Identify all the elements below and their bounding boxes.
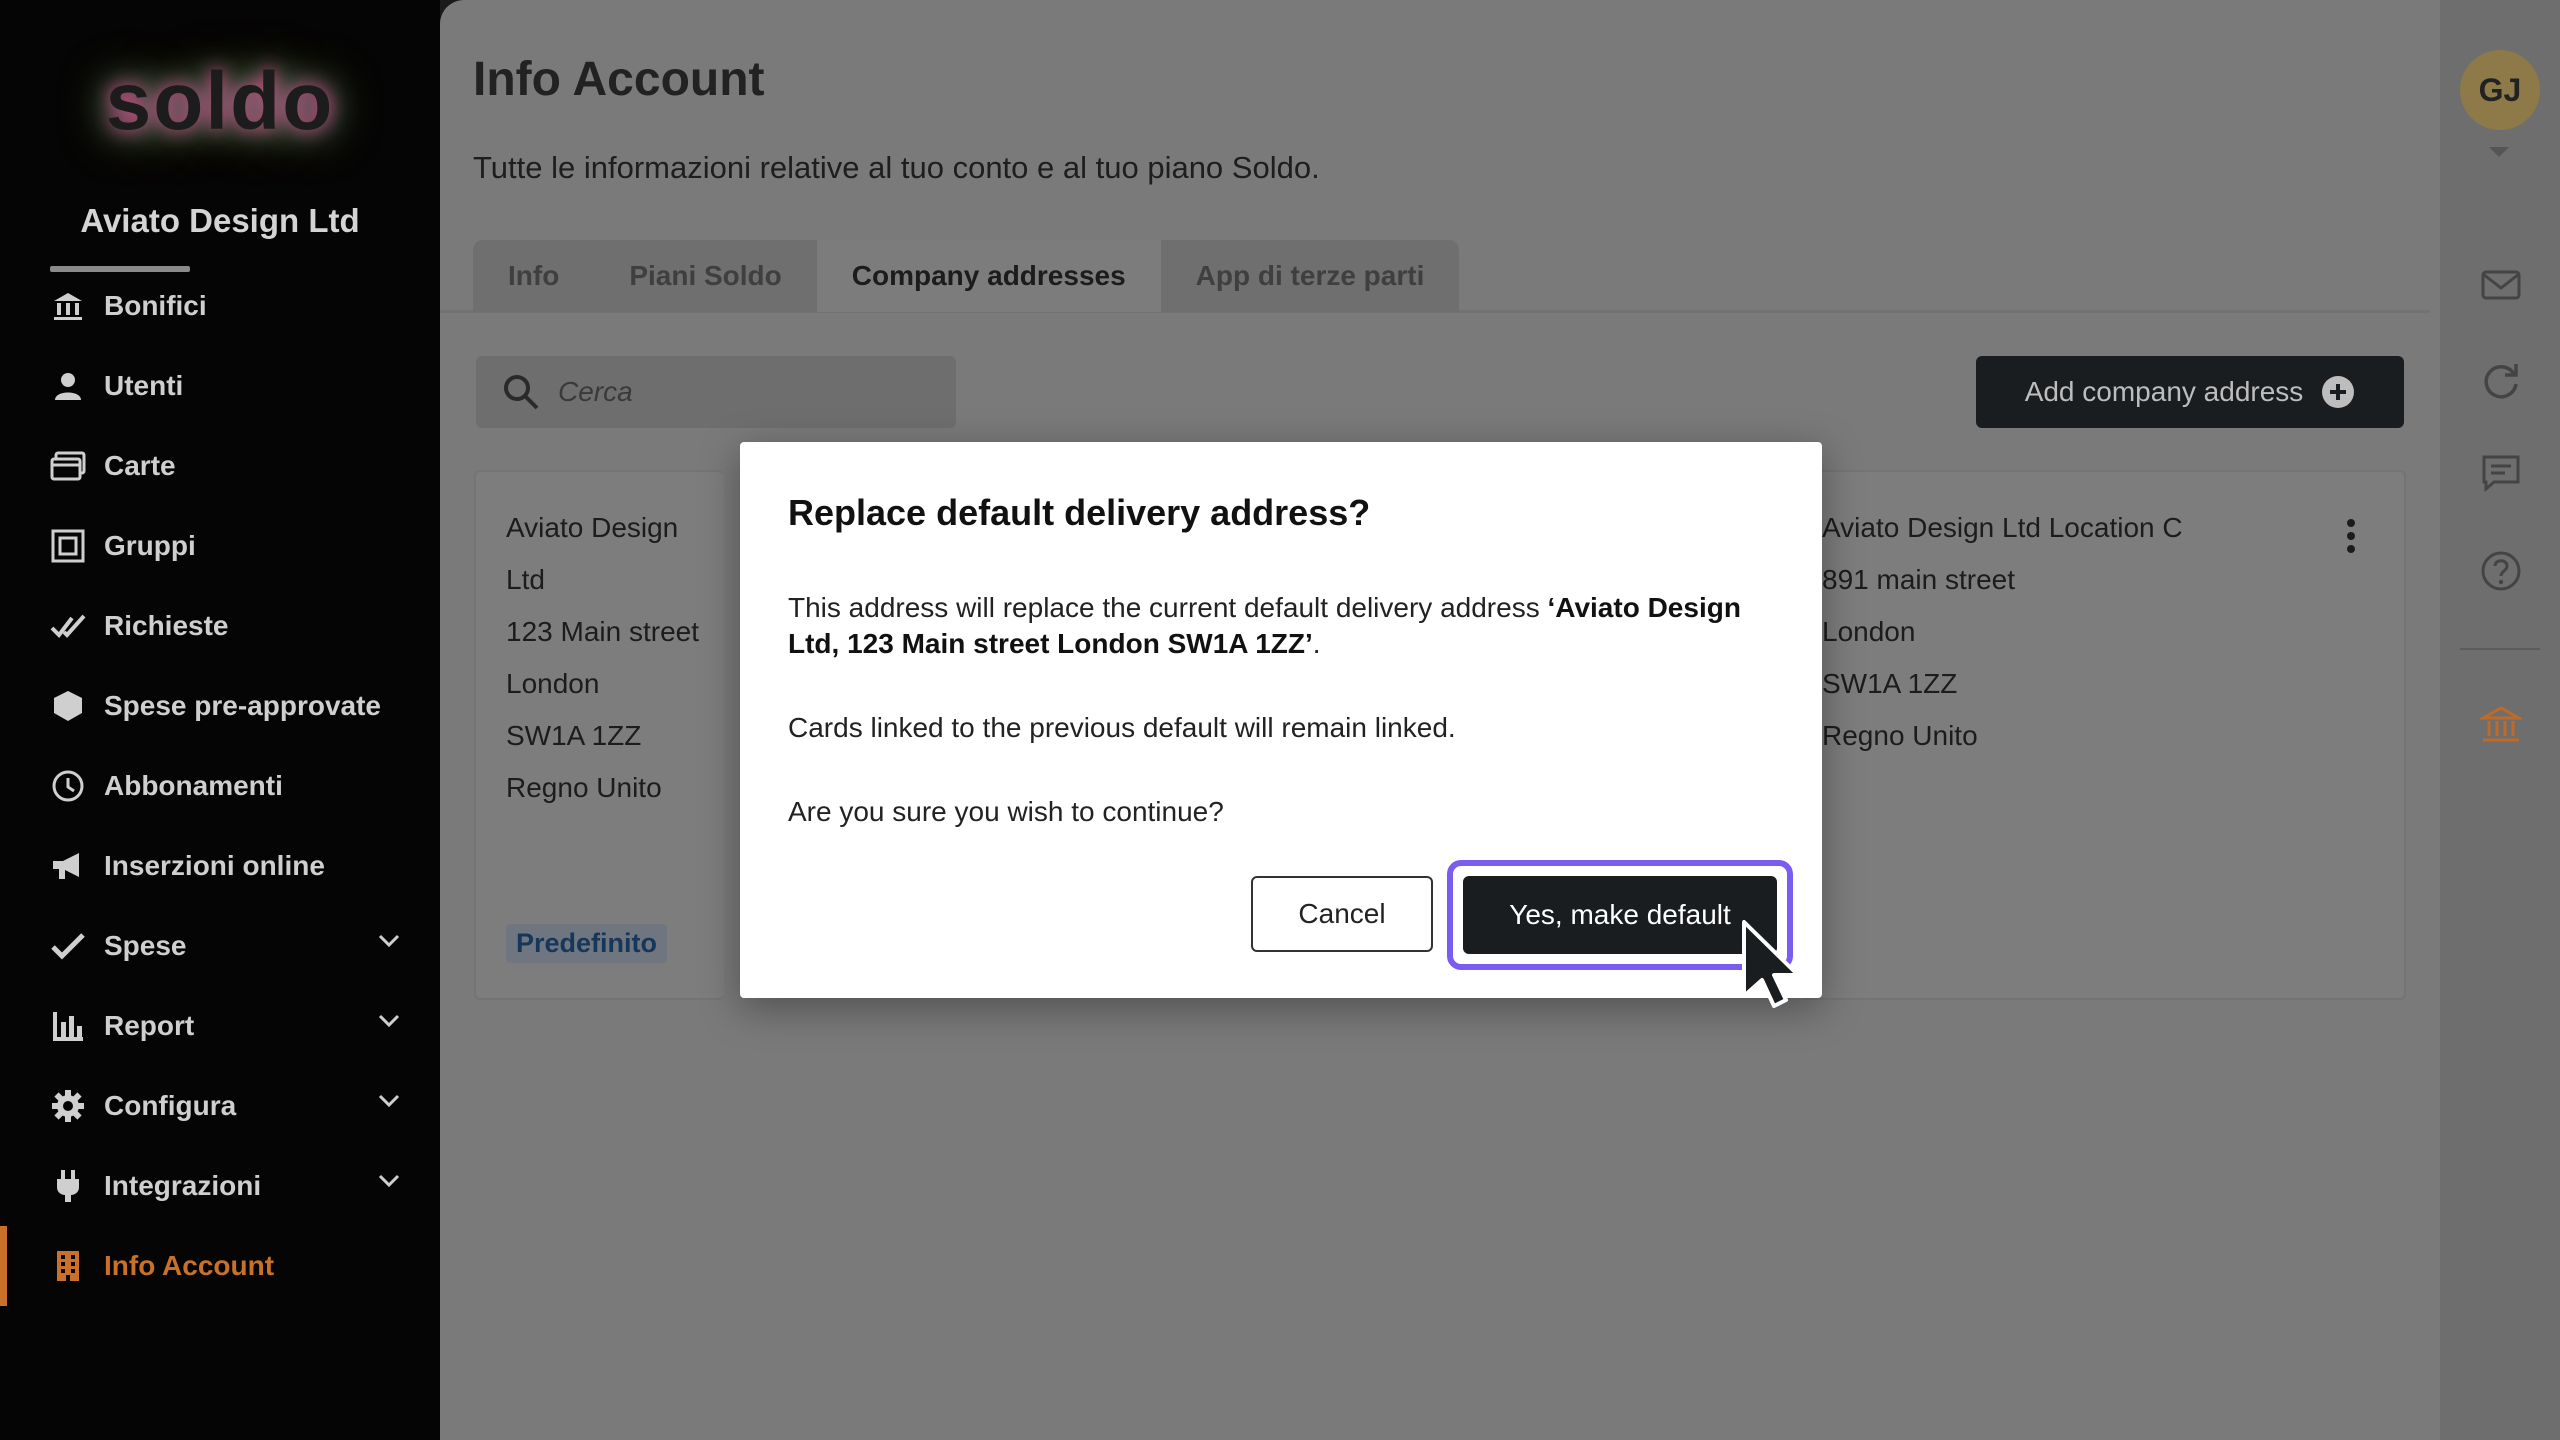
sidebar-item-label: Gruppi [104, 530, 196, 561]
cancel-button[interactable]: Cancel [1251, 876, 1433, 952]
sidebar-item-label: Abbonamenti [104, 770, 283, 801]
address-line: Aviato Design Ltd [506, 512, 679, 595]
bank-icon[interactable] [2480, 704, 2522, 746]
sidebar-item-label: Inserzioni online [104, 850, 325, 881]
help-icon[interactable] [2480, 550, 2522, 592]
sidebar-item-label: Bonifici [104, 290, 207, 321]
plug-icon [50, 1168, 86, 1204]
add-button-label: Add company address [2024, 376, 2304, 407]
search-input[interactable] [558, 376, 938, 408]
chevron-down-icon[interactable] [378, 1014, 400, 1028]
dialog-message-end: . [1312, 628, 1321, 659]
address-line: SW1A 1ZZ [1822, 668, 1958, 699]
soldo-logo[interactable]: soldo [0, 55, 440, 149]
sidebar-item-configura[interactable]: Configura [0, 1074, 440, 1138]
dialog-title: Replace default delivery address? [788, 492, 1371, 533]
user-icon [50, 368, 86, 404]
address-lines: Aviato Design Ltd 123 Main street London… [506, 502, 724, 814]
clock-icon [50, 768, 86, 804]
sidebar-item-label: Spese pre-approvate [104, 690, 381, 721]
mouse-pointer-icon [1742, 920, 1800, 1008]
tab-bar: Info Piani Soldo Company addresses App d… [473, 240, 1460, 312]
address-card: Aviato Design Ltd Location C 891 main st… [1800, 470, 2406, 1000]
shield-icon [50, 688, 86, 724]
dialog-body: This address will replace the current de… [788, 590, 1788, 830]
sidebar-item-label: Spese [104, 930, 187, 961]
chevron-down-icon[interactable] [378, 934, 400, 948]
sidebar-item-abbonamenti[interactable]: Abbonamenti [0, 754, 440, 818]
address-line: 123 Main street [506, 616, 699, 647]
sidebar-item-gruppi[interactable]: Gruppi [0, 514, 440, 578]
sidebar-item-carte[interactable]: Carte [0, 434, 440, 498]
sidebar-item-label: Configura [104, 1090, 237, 1121]
sidebar-item-integrazioni[interactable]: Integrazioni [0, 1154, 440, 1218]
sidebar: soldo Aviato Design Ltd Bonifici Utenti … [0, 0, 440, 1440]
sidebar-item-label: Utenti [104, 370, 184, 401]
tab-piani-soldo[interactable]: Piani Soldo [594, 240, 817, 312]
make-default-button[interactable]: Yes, make default [1463, 876, 1777, 954]
address-line: Aviato Design Ltd Location C [1822, 512, 2183, 543]
default-badge: Predefinito [506, 924, 668, 963]
caret-down-icon[interactable] [2488, 146, 2510, 158]
dialog-question: Are you sure you wish to continue? [788, 796, 1224, 827]
building-icon [50, 1248, 86, 1284]
chevron-down-icon[interactable] [378, 1174, 400, 1188]
sidebar-item-label: Report [104, 1010, 195, 1041]
add-company-address-button[interactable]: Add company address [1976, 356, 2404, 428]
sidebar-item-utenti[interactable]: Utenti [0, 354, 440, 418]
sidebar-item-bonifici[interactable]: Bonifici [0, 274, 440, 338]
gear-icon [50, 1088, 86, 1124]
sidebar-item-info-account[interactable]: Info Account [0, 1226, 440, 1306]
bar-chart-icon [50, 1008, 86, 1044]
search-icon [504, 375, 539, 410]
sidebar-item-label: Info Account [104, 1250, 275, 1281]
address-line: London [506, 668, 600, 699]
address-line: 891 main street [1822, 564, 2015, 595]
tab-app-di-terze-parti[interactable]: App di terze parti [1160, 240, 1460, 312]
plus-circle-icon [2322, 376, 2355, 408]
sidebar-nav: Bonifici Utenti Carte Gruppi Richieste S… [0, 248, 440, 1388]
chat-icon[interactable] [2480, 452, 2522, 494]
cards-icon [50, 448, 86, 484]
sidebar-item-inserzioni-online[interactable]: Inserzioni online [0, 834, 440, 898]
address-lines: Aviato Design Ltd Location C 891 main st… [1822, 502, 2183, 762]
sidebar-item-spese-pre-approvate[interactable]: Spese pre-approvate [0, 674, 440, 738]
requests-icon [50, 608, 86, 644]
page-title: Info Account [473, 53, 765, 106]
search-box [476, 356, 956, 428]
sidebar-item-report[interactable]: Report [0, 994, 440, 1058]
address-line: Regno Unito [506, 772, 662, 803]
dialog-message-text: This address will replace the current de… [788, 592, 1548, 623]
mail-icon[interactable] [2480, 264, 2522, 306]
sidebar-item-label: Carte [104, 450, 176, 481]
sidebar-item-richieste[interactable]: Richieste [0, 594, 440, 658]
sidebar-item-spese[interactable]: Spese [0, 914, 440, 978]
dialog-note: Cards linked to the previous default wil… [788, 712, 1456, 743]
tab-company-addresses[interactable]: Company addresses [816, 240, 1161, 312]
right-rail: GJ [2440, 0, 2560, 1440]
nav-item-partial [50, 266, 190, 272]
more-options-icon[interactable] [2346, 518, 2356, 554]
company-name: Aviato Design Ltd [80, 202, 360, 239]
check-icon [50, 928, 86, 964]
bank-transfer-icon [50, 288, 86, 324]
sidebar-item-label: Integrazioni [104, 1170, 262, 1201]
refresh-icon[interactable] [2480, 360, 2522, 402]
rail-divider [2460, 648, 2540, 650]
page-subtitle: Tutte le informazioni relative al tuo co… [473, 150, 1320, 185]
dialog-message: This address will replace the current de… [788, 590, 1788, 662]
address-line: Regno Unito [1822, 720, 1978, 751]
megaphone-icon [50, 848, 86, 884]
sidebar-item-label: Richieste [104, 610, 229, 641]
avatar[interactable]: GJ [2460, 50, 2540, 130]
groups-icon [50, 528, 86, 564]
address-line: London [1822, 616, 1916, 647]
address-line: SW1A 1ZZ [506, 720, 642, 751]
tab-info[interactable]: Info [473, 240, 595, 312]
address-card: Aviato Design Ltd 123 Main street London… [474, 470, 724, 1000]
chevron-down-icon[interactable] [378, 1094, 400, 1108]
confirm-dialog: Replace default delivery address? This a… [740, 442, 1822, 998]
